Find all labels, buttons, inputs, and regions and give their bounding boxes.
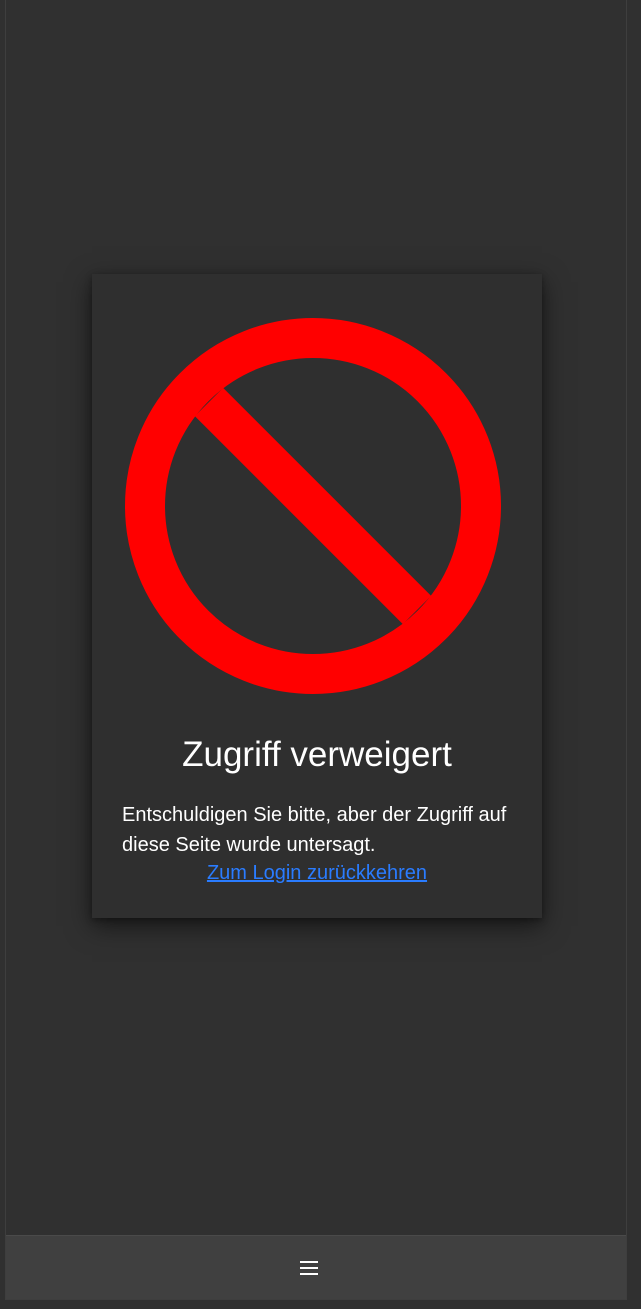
- forbidden-icon: [125, 318, 501, 694]
- menu-line-middle: [300, 1267, 318, 1269]
- access-denied-message: Entschuldigen Sie bitte, aber der Zugrif…: [122, 804, 507, 856]
- menu-line-top: [300, 1261, 318, 1263]
- access-denied-card: Zugriff verweigert Entschuldigen Sie bit…: [92, 274, 542, 918]
- hamburger-menu-icon[interactable]: [297, 1256, 321, 1280]
- return-to-login-link[interactable]: Zum Login zurückkehren: [92, 860, 542, 886]
- page-title: Zugriff verweigert: [182, 735, 452, 775]
- menu-line-bottom: [300, 1273, 318, 1275]
- bottom-navigation-bar: [6, 1235, 626, 1299]
